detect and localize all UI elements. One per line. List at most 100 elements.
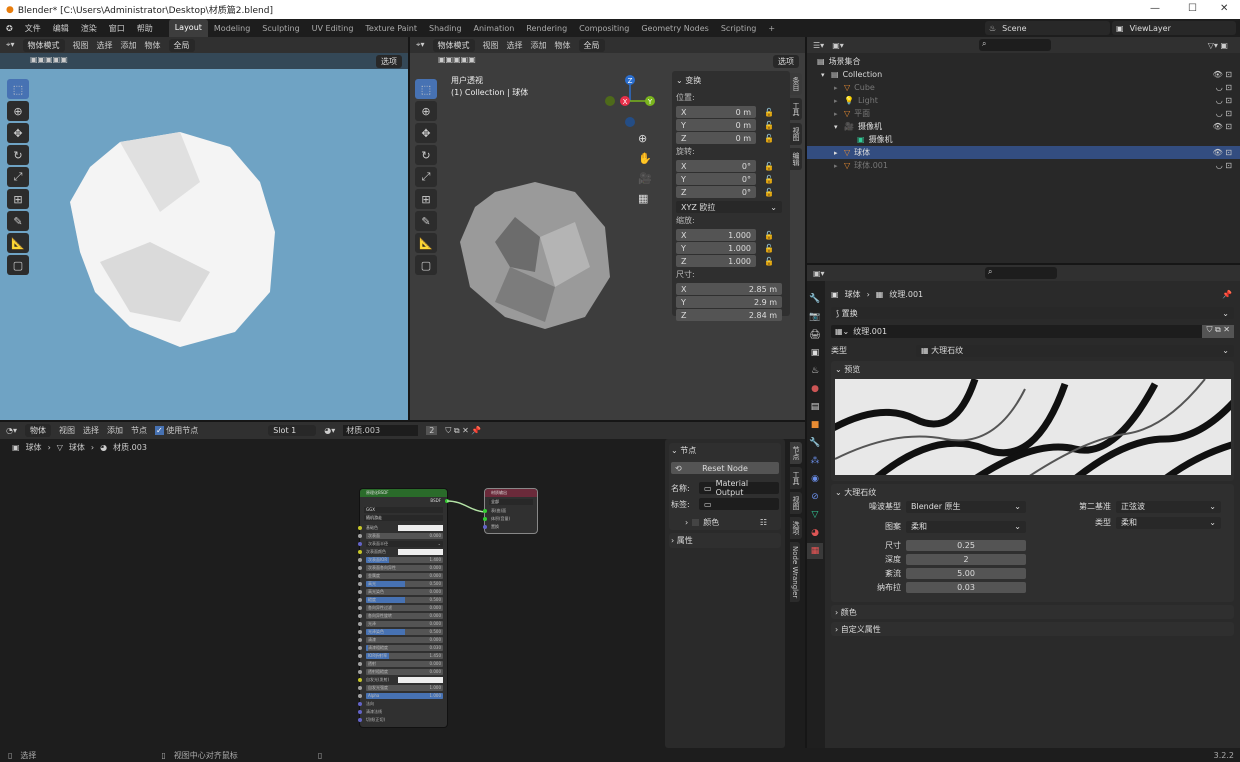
workspace-tab-geometry-nodes[interactable]: Geometry Nodes bbox=[635, 24, 714, 33]
bsdf-input[interactable]: 次表面IOR 1.400 bbox=[358, 556, 443, 564]
output-tab-icon[interactable]: 🖨 bbox=[807, 327, 823, 343]
close-button[interactable]: ✕ bbox=[1220, 3, 1228, 14]
menu-4[interactable]: 帮助 bbox=[131, 23, 159, 34]
output-input[interactable]: 体积(音量) bbox=[483, 515, 533, 523]
expand-arrow-icon[interactable]: ▸ bbox=[834, 110, 844, 118]
tab-view[interactable]: 视图 bbox=[790, 123, 802, 145]
filter-view-icon[interactable]: ▣▾ bbox=[832, 41, 844, 50]
workspace-tab-uv-editing[interactable]: UV Editing bbox=[306, 24, 360, 33]
menu-select[interactable]: 选择 bbox=[97, 40, 113, 51]
location-x-field[interactable]: X0 m bbox=[676, 106, 756, 118]
use-nodes-checkbox[interactable]: ✓ 使用节点 bbox=[155, 425, 198, 436]
bsdf-input[interactable]: 自发光(发射) bbox=[358, 676, 443, 684]
data-tab-icon[interactable]: ▽ bbox=[807, 507, 823, 523]
tab-tool[interactable]: 工具 bbox=[790, 467, 802, 489]
options-dropdown[interactable]: 选项 bbox=[773, 55, 799, 68]
bsdf-input[interactable]: 法向 bbox=[358, 700, 443, 708]
perspective-grid-icon[interactable]: ▦ bbox=[638, 189, 652, 209]
bsdf-input[interactable]: 各向异性旋转 0.000 bbox=[358, 612, 443, 620]
bsdf-node-title[interactable]: 原理化BSDF bbox=[360, 489, 447, 497]
viewport-main[interactable]: ⌖▾ 物体模式 视图 选择 添加 物体 全局 ▣▣▣▣▣ 选项 用户透视 (1)… bbox=[410, 37, 805, 420]
navigation-gizmo[interactable]: Z Y X bbox=[600, 73, 660, 133]
visibility-icon[interactable]: ◡ ⊡ bbox=[1216, 161, 1232, 170]
workspace-tab-shading[interactable]: Shading bbox=[423, 24, 468, 33]
blender-menu-icon[interactable]: ✪ bbox=[0, 24, 19, 33]
input-socket[interactable] bbox=[358, 718, 362, 722]
custom-properties-header[interactable]: › 自定义属性 bbox=[831, 622, 1234, 636]
tab-item[interactable]: 条目 bbox=[790, 73, 802, 95]
dimensions-z-field[interactable]: Z 2.84 m bbox=[676, 309, 782, 321]
output-input[interactable]: 表(曲)面 bbox=[483, 507, 533, 515]
select-box-tool-icon[interactable]: ⬚ bbox=[415, 79, 437, 99]
menu-add[interactable]: 添加 bbox=[107, 425, 123, 436]
transform-orientation-dropdown[interactable]: 全局 bbox=[578, 38, 605, 52]
workspace-tab-add[interactable]: + bbox=[762, 24, 781, 33]
texture-datablock[interactable]: ▦⌄ 纹理.001 ⛉ ⧉ ✕ bbox=[831, 325, 1234, 338]
marble-header[interactable]: ⌄ 大理石纹 bbox=[835, 487, 1230, 498]
select-box-tool-icon[interactable]: ⬚ bbox=[7, 79, 29, 99]
pattern-dropdown[interactable]: 柔和 ⌄ bbox=[906, 520, 1026, 533]
material-output-node[interactable]: 材质输出 全部 表(曲)面 体积(音量) 置换 bbox=[483, 489, 537, 533]
input-socket[interactable] bbox=[358, 550, 362, 554]
menu-1[interactable]: 编辑 bbox=[47, 23, 75, 34]
outliner-item[interactable]: ▾ 🎥 摄像机 👁 ⊡ bbox=[807, 120, 1240, 133]
input-socket[interactable] bbox=[358, 638, 362, 642]
node-name-field[interactable]: ▭ Material Output bbox=[699, 479, 779, 497]
input-socket[interactable] bbox=[358, 542, 362, 546]
view-layer-selector[interactable]: ▣ ViewLayer bbox=[1112, 21, 1236, 35]
shader-type-dropdown[interactable]: 物体 bbox=[25, 424, 51, 437]
move-tool-icon[interactable]: ✥ bbox=[415, 123, 437, 143]
filter-icon[interactable]: ▽▾ ▣ bbox=[1208, 41, 1228, 50]
distribution-dropdown[interactable]: GGX bbox=[364, 507, 443, 513]
select-mode-icons[interactable]: ▣▣▣▣▣ bbox=[30, 55, 68, 64]
input-socket[interactable] bbox=[358, 566, 362, 570]
bsdf-input[interactable]: 各向异性过滤 0.000 bbox=[358, 604, 443, 612]
view-layer-name[interactable]: ViewLayer bbox=[1130, 24, 1171, 33]
workspace-tab-sculpting[interactable]: Sculpting bbox=[256, 24, 305, 33]
input-socket[interactable] bbox=[358, 622, 362, 626]
scale-tool-icon[interactable]: ⤢ bbox=[7, 167, 29, 187]
outliner-search-input[interactable]: ⌕ bbox=[979, 39, 1051, 51]
menu-0[interactable]: 文件 bbox=[19, 23, 47, 34]
annotate-tool-icon[interactable]: ✎ bbox=[415, 211, 437, 231]
modifier-tab-icon[interactable]: 🔧 bbox=[807, 435, 823, 451]
rotation-mode-dropdown[interactable]: XYZ 欧拉 ⌄ bbox=[676, 201, 782, 213]
input-socket[interactable] bbox=[358, 614, 362, 618]
outliner-item[interactable]: ▣ 摄像机 bbox=[807, 133, 1240, 146]
input-socket[interactable] bbox=[358, 630, 362, 634]
expand-arrow-icon[interactable]: ▸ bbox=[834, 149, 844, 157]
camera-view-icon[interactable]: 🎥 bbox=[638, 169, 652, 189]
input-socket[interactable] bbox=[358, 662, 362, 666]
expand-arrow-icon[interactable]: ▸ bbox=[834, 84, 844, 92]
add-cube-tool-icon[interactable]: ▢ bbox=[7, 255, 29, 275]
outliner-item[interactable]: ▸ 💡 Light ◡ ⊡ bbox=[807, 94, 1240, 107]
input-socket[interactable] bbox=[358, 526, 362, 530]
bsdf-input[interactable]: 光泽染色 0.500 bbox=[358, 628, 443, 636]
input-socket[interactable] bbox=[358, 534, 362, 538]
menu-view[interactable]: 视图 bbox=[483, 40, 499, 51]
bsdf-input[interactable]: Alpha 1.000 bbox=[358, 692, 443, 700]
move-tool-icon[interactable]: ✥ bbox=[7, 123, 29, 143]
outliner-item[interactable]: ▸ ▽ 平面 ◡ ⊡ bbox=[807, 107, 1240, 120]
second-basis-dropdown[interactable]: 正弦波 ⌄ bbox=[1116, 500, 1221, 513]
world-tab-icon[interactable]: ● bbox=[807, 381, 823, 397]
pin-icon[interactable]: 📌 bbox=[1222, 290, 1232, 299]
texture-browse-icon[interactable]: ▦⌄ bbox=[831, 327, 853, 336]
material-name-field[interactable]: 材质.003 bbox=[343, 425, 419, 436]
lock-icon[interactable]: 🔓 bbox=[764, 108, 774, 117]
visibility-icon[interactable]: ◡ ⊡ bbox=[1216, 109, 1232, 118]
menu-2[interactable]: 渲染 bbox=[75, 23, 103, 34]
visibility-icon[interactable]: 👁 ⊡ bbox=[1213, 122, 1232, 131]
outliner-item[interactable]: ▸ ▽ 球体.001 ◡ ⊡ bbox=[807, 159, 1240, 172]
dimensions-x-field[interactable]: X 2.85 m bbox=[676, 283, 782, 295]
menu-object[interactable]: 物体 bbox=[555, 40, 571, 51]
output-input[interactable]: 置换 bbox=[483, 523, 533, 531]
menu-add[interactable]: 添加 bbox=[531, 40, 547, 51]
transform-tool-icon[interactable]: ⊞ bbox=[415, 189, 437, 209]
physics-tab-icon[interactable]: ◉ bbox=[807, 471, 823, 487]
reset-node-button[interactable]: ⟲ Reset Node bbox=[671, 462, 779, 474]
scene-name[interactable]: Scene bbox=[1002, 24, 1026, 33]
input-socket[interactable] bbox=[358, 582, 362, 586]
editor-type-icon[interactable]: ⌖▾ bbox=[6, 40, 15, 50]
transform-panel-header[interactable]: ⌄ 变换 bbox=[676, 75, 786, 86]
